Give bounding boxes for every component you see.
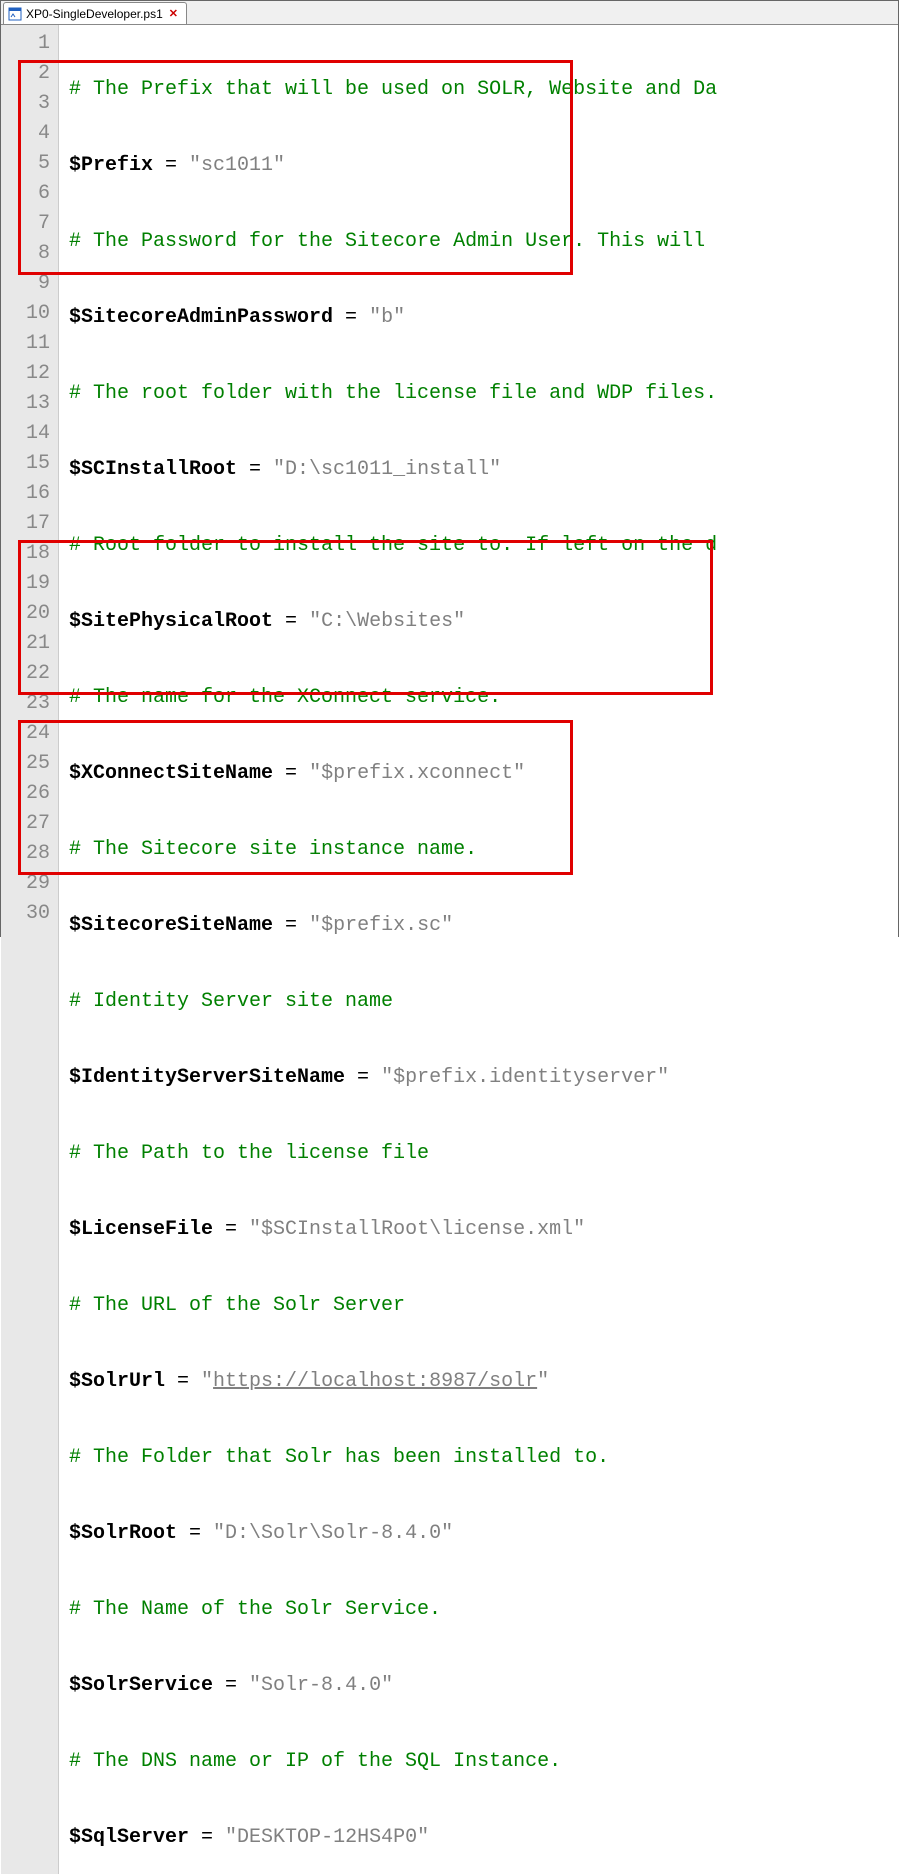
code-line: $SCInstallRoot = "D:\sc1011_install" [69, 455, 898, 485]
code-line: # The Name of the Solr Service. [69, 1595, 898, 1625]
code-line: $SolrService = "Solr-8.4.0" [69, 1671, 898, 1701]
code-line: $SitePhysicalRoot = "C:\Websites" [69, 607, 898, 637]
line-number-gutter: 1 2 3 4 5 6 7 8 9 10 11 12 13 14 15 16 1… [1, 25, 59, 1874]
code-line: $SolrUrl = "https://localhost:8987/solr" [69, 1367, 898, 1397]
code-line: $IdentityServerSiteName = "$prefix.ident… [69, 1063, 898, 1093]
tab-filename: XP0-SingleDeveloper.ps1 [26, 7, 163, 21]
code-line: # The DNS name or IP of the SQL Instance… [69, 1747, 898, 1777]
code-line: # The URL of the Solr Server [69, 1291, 898, 1321]
code-area[interactable]: # The Prefix that will be used on SOLR, … [59, 25, 898, 1874]
code-editor[interactable]: 1 2 3 4 5 6 7 8 9 10 11 12 13 14 15 16 1… [1, 25, 898, 1874]
tab-bar: XP0-SingleDeveloper.ps1 ✕ [1, 1, 898, 25]
file-icon [8, 7, 22, 21]
code-line: $SitecoreAdminPassword = "b" [69, 303, 898, 333]
code-line: # The Prefix that will be used on SOLR, … [69, 75, 898, 105]
code-line: $SolrRoot = "D:\Solr\Solr-8.4.0" [69, 1519, 898, 1549]
file-tab[interactable]: XP0-SingleDeveloper.ps1 ✕ [3, 2, 187, 24]
code-line: # The Path to the license file [69, 1139, 898, 1169]
code-line: # The Password for the Sitecore Admin Us… [69, 227, 898, 257]
close-icon[interactable]: ✕ [167, 7, 180, 20]
code-line: $XConnectSiteName = "$prefix.xconnect" [69, 759, 898, 789]
code-line: $SqlServer = "DESKTOP-12HS4P0" [69, 1823, 898, 1853]
code-line: # Identity Server site name [69, 987, 898, 1017]
code-line: $LicenseFile = "$SCInstallRoot\license.x… [69, 1215, 898, 1245]
code-line: # The name for the XConnect service. [69, 683, 898, 713]
code-line: # The Sitecore site instance name. [69, 835, 898, 865]
code-line: # The Folder that Solr has been installe… [69, 1443, 898, 1473]
code-line: # Root folder to install the site to. If… [69, 531, 898, 561]
code-line: $Prefix = "sc1011" [69, 151, 898, 181]
code-line: # The root folder with the license file … [69, 379, 898, 409]
